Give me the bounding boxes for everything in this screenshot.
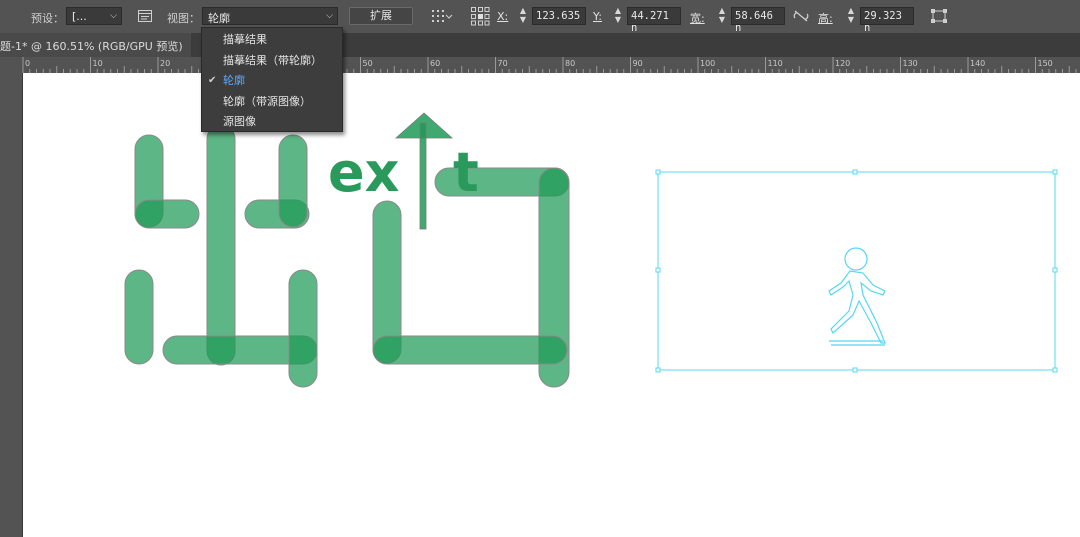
- x-field[interactable]: 123.635: [532, 7, 586, 25]
- checkmark-icon: ✔: [208, 75, 217, 86]
- ruler-label: 150: [1038, 59, 1053, 68]
- ruler-label: 120: [835, 59, 850, 68]
- menu-item-outline-source[interactable]: 轮廓（带源图像）: [202, 92, 342, 113]
- y-field[interactable]: 44.271 n: [627, 7, 681, 34]
- ruler-label: 50: [363, 59, 373, 68]
- control-bar: 预设： [... ⌵ 视图： 轮廓 ⌵ 扩展 X: ▲ ▼ 123.635 Y: …: [0, 0, 1080, 34]
- width-label: 宽:: [690, 12, 705, 25]
- ruler-label: 140: [970, 59, 985, 68]
- align-grid-icon[interactable]: [431, 8, 453, 24]
- ruler-label: 80: [565, 59, 575, 68]
- expand-button[interactable]: 扩展: [349, 7, 413, 25]
- ruler-label: 110: [768, 59, 783, 68]
- chevron-down-icon: ⌵: [326, 11, 333, 21]
- ruler-label: 70: [498, 59, 508, 68]
- unlink-icon[interactable]: [793, 9, 809, 23]
- ruler-label: 100: [700, 59, 715, 68]
- menu-item-outline[interactable]: ✔ 轮廓: [202, 71, 342, 92]
- chu-stroke-center: [206, 124, 236, 366]
- width-field[interactable]: 58.646 n: [731, 7, 785, 34]
- height-label: 高:: [818, 12, 833, 25]
- ruler-label: 0: [25, 59, 30, 68]
- horizontal-ruler[interactable]: 0102030405060708090100110120130140150: [0, 57, 1080, 74]
- vertical-ruler[interactable]: [0, 73, 23, 537]
- exit-text-ex: ex: [328, 141, 400, 204]
- view-dropdown[interactable]: 轮廓 ⌵: [202, 7, 338, 25]
- preset-dropdown[interactable]: [... ⌵: [66, 7, 122, 25]
- transform-icon[interactable]: [930, 8, 948, 24]
- height-stepper-icon[interactable]: ▲ ▼: [846, 6, 856, 24]
- chu-stroke-right-top: [278, 134, 308, 228]
- view-dropdown-menu: 描摹结果 描摹结果（带轮廓） ✔ 轮廓 轮廓（带源图像） 源图像: [201, 27, 343, 132]
- preset-label: 预设：: [31, 12, 64, 25]
- y-stepper-icon[interactable]: ▲ ▼: [613, 6, 623, 24]
- chevron-down-icon: ⌵: [110, 11, 117, 21]
- menu-item-source-image[interactable]: 源图像: [202, 112, 342, 133]
- document-tab[interactable]: 题-1* @ 160.51% (RGB/GPU 预览): [0, 33, 191, 57]
- ruler-label: 90: [633, 59, 643, 68]
- trace-panel-icon[interactable]: [137, 8, 153, 24]
- chu-stroke-left-bottom: [124, 269, 154, 365]
- preset-value: [...: [72, 10, 87, 23]
- view-value: 轮廓: [208, 12, 230, 25]
- x-label: X:: [497, 10, 509, 23]
- ruler-label: 10: [93, 59, 103, 68]
- ruler-label: 130: [903, 59, 918, 68]
- height-field[interactable]: 29.323 n: [860, 7, 914, 34]
- document-tab-bar: 题-1* @ 160.51% (RGB/GPU 预览): [0, 33, 1080, 57]
- menu-item-trace-result-outline[interactable]: 描摹结果（带轮廓）: [202, 51, 342, 72]
- menu-item-trace-result[interactable]: 描摹结果: [202, 30, 342, 51]
- exit-text-t: t: [453, 141, 479, 204]
- artwork: ex t: [124, 112, 1058, 388]
- width-stepper-icon[interactable]: ▲ ▼: [717, 6, 727, 24]
- y-label: Y:: [593, 10, 602, 23]
- walking-figure-outline: [828, 247, 886, 346]
- chu-stroke-right-bottom: [288, 269, 318, 388]
- reference-point-icon[interactable]: [470, 6, 490, 26]
- ruler-ticks: 0102030405060708090100110120130140150: [22, 57, 1077, 73]
- chu-stroke-left-bar: [134, 199, 200, 229]
- kou-bottom: [372, 335, 568, 365]
- x-stepper-icon[interactable]: ▲ ▼: [518, 6, 528, 24]
- chu-character-art: [124, 124, 318, 388]
- ruler-label: 20: [160, 59, 170, 68]
- view-label: 视图：: [167, 12, 200, 25]
- artboard[interactable]: ex t: [23, 73, 1080, 537]
- selected-object-outline: [655, 169, 1058, 373]
- ruler-label: 60: [430, 59, 440, 68]
